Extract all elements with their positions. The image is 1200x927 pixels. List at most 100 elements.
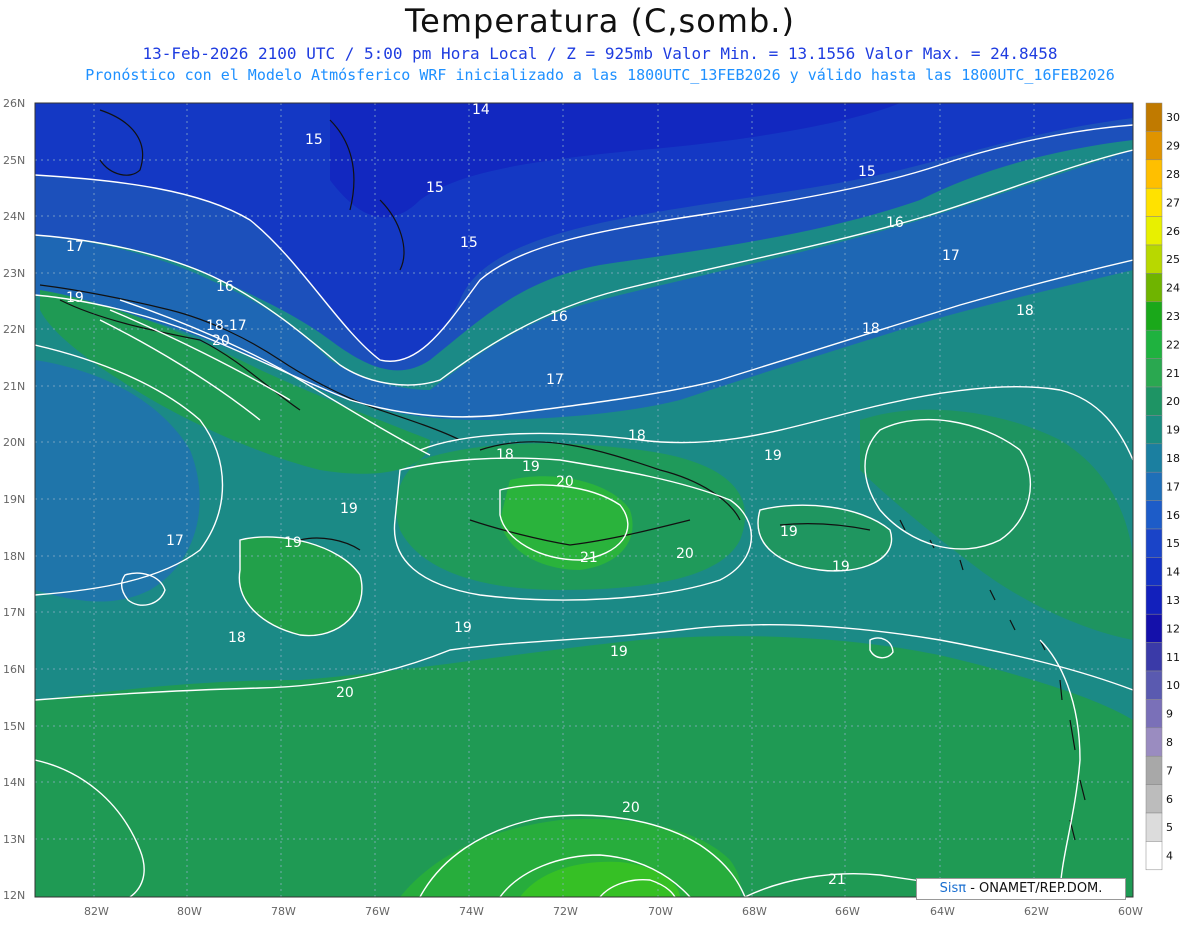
lon-tick-label: 82W [84, 905, 109, 918]
colorbar-swatch [1145, 216, 1163, 246]
lat-tick-label: 21N [3, 380, 25, 393]
colorbar-label: 26 [1166, 225, 1180, 238]
contour-label: 18 [862, 321, 880, 337]
lon-axis: 82W 80W 78W 76W 74W 72W 70W 68W 66W 64W … [84, 905, 1143, 918]
colorbar-swatch [1145, 528, 1163, 558]
colorbar-swatch [1145, 557, 1163, 587]
colorbar-swatch [1145, 187, 1163, 217]
lon-tick-label: 62W [1024, 905, 1049, 918]
contour-label: 17 [66, 239, 84, 255]
colorbar-swatch [1145, 131, 1163, 161]
colorbar-swatch [1145, 642, 1163, 672]
colorbar-label: 29 [1166, 140, 1180, 153]
contour-label: 19 [66, 290, 84, 306]
lat-tick-label: 13N [3, 833, 25, 846]
colorbar-label: 11 [1166, 651, 1180, 664]
contour-label: 18 [228, 630, 246, 646]
colorbar-label: 7 [1166, 764, 1173, 777]
lat-tick-label: 26N [3, 97, 25, 110]
contour-label: 15 [305, 132, 323, 148]
colorbar-label: 9 [1166, 708, 1173, 721]
colorbar-swatch [1145, 443, 1163, 473]
lat-tick-label: 17N [3, 606, 25, 619]
map-plot-area: 14 15 15 15 15 16 16 16 17 17 17 17 18-1… [35, 103, 1133, 897]
contour-label: 20 [556, 474, 574, 490]
contour-label: 15 [460, 235, 478, 251]
colorbar-label: 28 [1166, 168, 1180, 181]
lat-tick-label: 14N [3, 776, 25, 789]
contour-label: 15 [858, 164, 876, 180]
colorbar-label: 20 [1166, 395, 1180, 408]
lon-tick-label: 80W [177, 905, 202, 918]
colorbar-swatch [1145, 500, 1163, 530]
sispi-logo: Sisπ [939, 881, 967, 896]
contour-label: 18 [496, 447, 514, 463]
colorbar-label: 8 [1166, 736, 1173, 749]
lat-tick-label: 19N [3, 493, 25, 506]
lat-tick-label: 15N [3, 720, 25, 733]
credit-text: - ONAMET/REP.DOM. [970, 881, 1103, 896]
colorbar-swatch [1145, 415, 1163, 445]
colorbar-label: 18 [1166, 452, 1180, 465]
colorbar-swatch [1145, 358, 1163, 388]
contour-label: 18 [1016, 303, 1034, 319]
lon-tick-label: 72W [553, 905, 578, 918]
colorbar-label: 30 [1166, 111, 1180, 124]
colorbar-swatch [1145, 670, 1163, 700]
colorbar-swatch [1145, 699, 1163, 729]
colorbar-label: 23 [1166, 310, 1180, 323]
colorbar: 30 29 28 27 26 25 24 23 22 21 20 19 18 17 16 15 14 13 12 11… [1145, 102, 1180, 871]
contour-label: 20 [622, 800, 640, 816]
lon-tick-label: 68W [742, 905, 767, 918]
colorbar-swatch [1145, 755, 1163, 785]
colorbar-label: 22 [1166, 338, 1180, 351]
lat-tick-label: 23N [3, 267, 25, 280]
contour-label: 19 [284, 535, 302, 551]
colorbar-label: 24 [1166, 282, 1180, 295]
colorbar-swatch [1145, 301, 1163, 331]
lat-tick-label: 22N [3, 323, 25, 336]
lat-axis: 26N 25N 24N 23N 22N 21N 20N 19N 18N 17N … [3, 97, 25, 902]
lon-tick-label: 66W [835, 905, 860, 918]
colorbar-label: 19 [1166, 424, 1180, 437]
contour-label: 20 [212, 333, 230, 349]
contour-label: 19 [454, 620, 472, 636]
contour-label: 19 [780, 524, 798, 540]
colorbar-swatch [1145, 102, 1163, 132]
lon-tick-label: 78W [271, 905, 296, 918]
lat-tick-label: 16N [3, 663, 25, 676]
contour-label: 16 [886, 215, 904, 231]
colorbar-label: 27 [1166, 196, 1180, 209]
contour-label: 17 [166, 533, 184, 549]
colorbar-swatch [1145, 585, 1163, 615]
lon-tick-label: 70W [648, 905, 673, 918]
contour-label: 18 [628, 428, 646, 444]
lon-tick-label: 64W [930, 905, 955, 918]
colorbar-swatch [1145, 329, 1163, 359]
colorbar-label: 15 [1166, 537, 1180, 550]
colorbar-swatch [1145, 273, 1163, 303]
colorbar-swatch [1145, 244, 1163, 274]
colorbar-label: 13 [1166, 594, 1180, 607]
colorbar-swatch [1145, 784, 1163, 814]
lat-tick-label: 24N [3, 210, 25, 223]
colorbar-label: 16 [1166, 509, 1180, 522]
contour-label: 18-17 [206, 318, 247, 334]
colorbar-label: 14 [1166, 566, 1180, 579]
colorbar-swatch [1145, 727, 1163, 757]
lon-tick-label: 76W [365, 905, 390, 918]
colorbar-label: 5 [1166, 821, 1173, 834]
lat-tick-label: 25N [3, 154, 25, 167]
contour-label: 19 [610, 644, 628, 660]
contour-label: 17 [546, 372, 564, 388]
colorbar-label: 25 [1166, 253, 1180, 266]
contour-label: 15 [426, 180, 444, 196]
colorbar-swatch [1145, 159, 1163, 189]
colorbar-label: 21 [1166, 367, 1180, 380]
colorbar-swatch [1145, 841, 1163, 871]
contour-label: 16 [550, 309, 568, 325]
lat-tick-label: 20N [3, 436, 25, 449]
colorbar-label: 10 [1166, 679, 1180, 692]
colorbar-swatch [1145, 471, 1163, 501]
temperature-map: 14 15 15 15 15 16 16 16 17 17 17 17 18-1… [3, 97, 1180, 918]
